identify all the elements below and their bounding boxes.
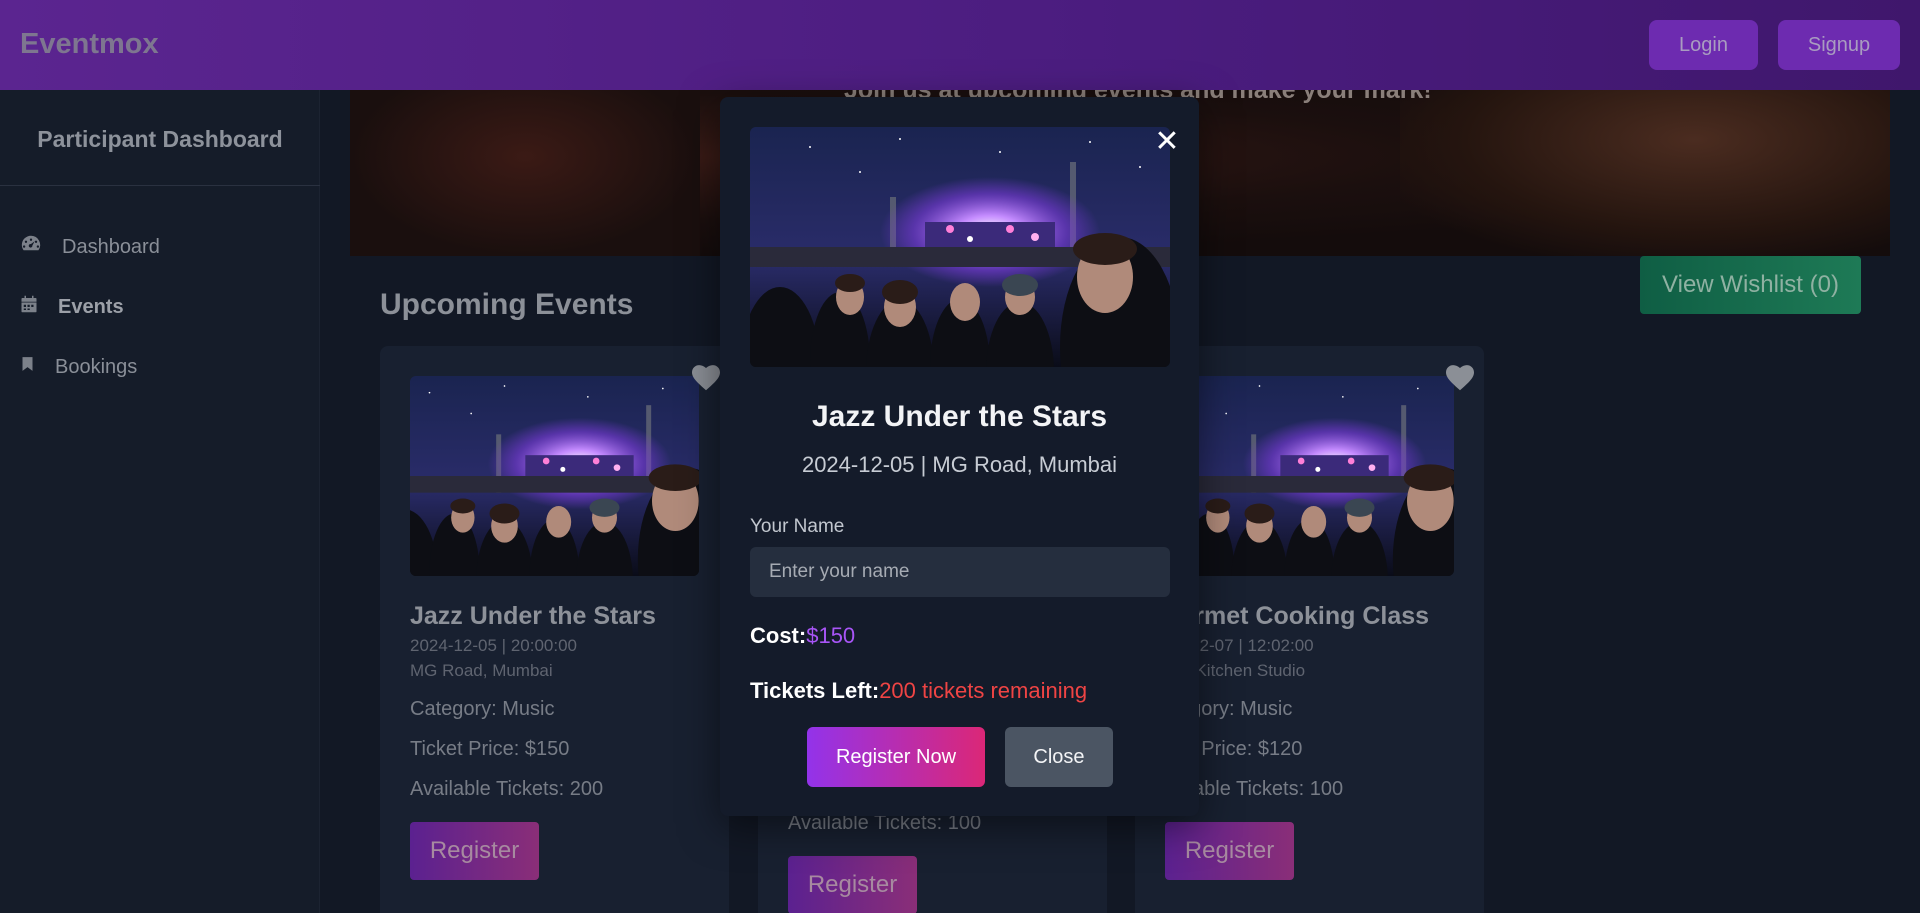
event-card: Jazz Under the Stars 2024-12-05 | 20:00:… <box>380 346 729 913</box>
event-image <box>410 376 699 576</box>
name-input[interactable] <box>750 547 1170 597</box>
gauge-icon <box>20 233 62 261</box>
close-icon[interactable]: ✕ <box>1152 127 1182 157</box>
register-button[interactable]: Register <box>788 856 917 913</box>
sidebar-divider <box>0 185 320 186</box>
bookmark-icon <box>20 354 55 380</box>
registration-modal: ✕ Jazz Under the Stars 2024-12-05 | MG R… <box>720 97 1199 816</box>
event-price: Ticket Price: $150 <box>410 738 570 760</box>
sidebar: Participant Dashboard Dashboard Events B… <box>0 90 320 913</box>
register-button[interactable]: Register <box>1165 822 1294 880</box>
section-title: Upcoming Events <box>380 288 634 321</box>
tickets-row: Tickets Left:200 tickets remaining <box>750 678 1087 704</box>
top-navbar: Eventmox Login Signup <box>0 0 1920 90</box>
heart-icon[interactable] <box>1446 365 1474 391</box>
modal-title: Jazz Under the Stars <box>811 400 1108 433</box>
sidebar-item-label: Bookings <box>55 355 138 378</box>
tickets-value: 200 tickets remaining <box>879 678 1088 703</box>
event-title: urmet Cooking Class <box>1179 602 1430 630</box>
modal-event-image <box>750 127 1170 367</box>
event-location: MG Road, Mumbai <box>410 661 553 680</box>
event-tickets: Available Tickets: 200 <box>410 778 604 800</box>
register-button[interactable]: Register <box>410 822 539 880</box>
calendar-icon <box>20 294 58 320</box>
sidebar-item-bookings[interactable]: Bookings <box>20 352 137 382</box>
cost-row: Cost:$150 <box>750 623 855 649</box>
cost-value: $150 <box>806 623 856 648</box>
sidebar-item-events[interactable]: Events <box>20 292 124 322</box>
view-wishlist-button[interactable]: View Wishlist (0) <box>1640 256 1861 314</box>
register-now-button[interactable]: Register Now <box>807 727 985 787</box>
brand-logo[interactable]: Eventmox <box>20 28 159 61</box>
sidebar-item-label: Events <box>58 295 124 318</box>
heart-icon[interactable] <box>692 365 720 391</box>
event-datetime: 2024-12-05 | 20:00:00 <box>410 636 577 655</box>
sidebar-item-dashboard[interactable]: Dashboard <box>20 232 160 262</box>
modal-subtitle: 2024-12-05 | MG Road, Mumbai <box>801 452 1118 477</box>
event-category: Category: Music <box>410 698 555 720</box>
signup-button[interactable]: Signup <box>1778 20 1900 70</box>
event-title: Jazz Under the Stars <box>410 602 656 630</box>
sidebar-item-label: Dashboard <box>62 235 160 258</box>
tickets-label: Tickets Left: <box>750 678 880 703</box>
login-button[interactable]: Login <box>1649 20 1758 70</box>
name-label: Your Name <box>750 516 845 537</box>
event-image <box>1165 376 1454 576</box>
close-button[interactable]: Close <box>1005 727 1113 787</box>
sidebar-title: Participant Dashboard <box>37 126 283 152</box>
cost-label: Cost: <box>750 623 807 648</box>
